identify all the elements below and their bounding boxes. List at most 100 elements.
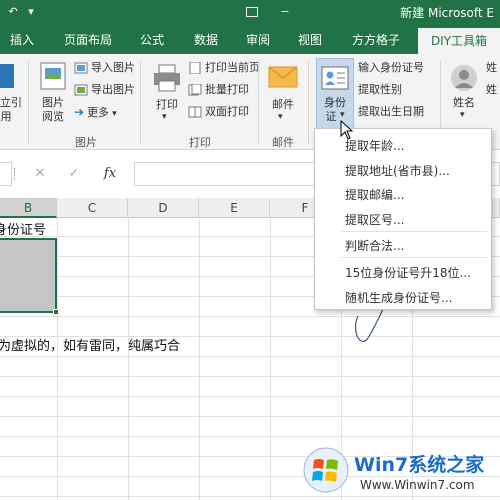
grid-line — [0, 356, 500, 357]
selected-range-border[interactable] — [0, 238, 57, 313]
group-separator — [258, 60, 259, 144]
fill-handle[interactable] — [53, 309, 59, 315]
chevron-down-icon: ▾ — [162, 112, 167, 122]
export-picture-icon — [74, 84, 88, 96]
duplex-print-button[interactable]: 双面打印 — [188, 104, 249, 120]
mail-icon — [268, 66, 298, 88]
menu-item-extract-address[interactable]: 提取地址(省市县)... — [345, 162, 450, 179]
column-header-b[interactable]: B — [0, 198, 57, 218]
cell-b-header[interactable]: 身份证号 — [0, 219, 46, 238]
batch-print-button[interactable]: 批量打印 — [188, 82, 249, 98]
tab-diy-toolbox[interactable]: DIY工具箱 — [418, 28, 500, 54]
idcard-label-1[interactable]: 身份 — [316, 96, 354, 109]
export-picture-button[interactable]: 导出图片 — [74, 82, 135, 98]
picture-viewer-icon — [40, 62, 66, 90]
mail-label[interactable]: 邮件 — [266, 98, 300, 111]
tab-review[interactable]: 审阅 — [240, 26, 276, 54]
batch-print-icon — [188, 84, 202, 96]
more-button[interactable]: ➔ 更多 ▾ — [74, 104, 117, 120]
print-current-page-button[interactable]: 打印当前页 — [188, 60, 260, 76]
import-picture-button[interactable]: 导入图片 — [74, 60, 135, 76]
grid-line — [199, 218, 200, 500]
print-page-icon — [189, 62, 201, 74]
name-box[interactable] — [0, 162, 12, 186]
group-separator — [140, 60, 141, 144]
group-label-mail: 邮件 — [272, 136, 294, 149]
printer-icon — [154, 64, 180, 92]
print-label[interactable]: 打印 — [150, 98, 184, 111]
menu-separator — [341, 231, 487, 232]
grid-line — [0, 416, 500, 417]
extract-birthdate-label: 提取出生日期 — [358, 105, 424, 118]
extract-birthdate-button[interactable]: 提取出生日期 — [358, 104, 424, 120]
partial-blue-icon — [0, 64, 14, 88]
watermark-url: Www.Winwin7.com — [360, 478, 475, 492]
customize-qat-icon[interactable]: ▾ — [24, 5, 38, 19]
grid-line — [128, 218, 129, 500]
grid-line — [57, 218, 58, 500]
print-current-page-label: 打印当前页 — [205, 61, 260, 74]
grid-line — [270, 218, 271, 500]
batch-print-label: 批量打印 — [205, 83, 249, 96]
column-header-c[interactable]: C — [57, 198, 128, 218]
name-option-2[interactable]: 姓 — [486, 82, 497, 98]
more-label: 更多 — [87, 106, 110, 119]
person-icon — [451, 65, 477, 91]
grid-line — [0, 396, 500, 397]
duplex-print-label: 双面打印 — [205, 105, 249, 118]
watermark-brand: Win7系统之家 — [354, 454, 485, 476]
tab-formulas[interactable]: 公式 — [132, 26, 172, 54]
menu-item-upgrade-15-to-18[interactable]: 15位身份证号升18位... — [345, 264, 471, 281]
arrow-right-icon: ➔ — [74, 105, 85, 119]
column-header-e[interactable]: E — [199, 198, 270, 218]
menu-item-extract-area-code[interactable]: 提取区号... — [345, 211, 404, 228]
picture-viewer-label-1[interactable]: 图片 — [36, 96, 70, 109]
group-label-print: 打印 — [189, 136, 211, 149]
chevron-down-icon: ▾ — [460, 110, 465, 120]
group-separator — [28, 60, 29, 144]
tab-data[interactable]: 数据 — [186, 26, 226, 54]
input-id-number-label: 输入身份证号 — [358, 61, 424, 74]
group-label-picture: 图片 — [75, 136, 97, 149]
picture-viewer-label-2[interactable]: 阅览 — [36, 110, 70, 123]
idcard-dropdown-menu: 提取年龄... 提取地址(省市县)... 提取邮编... 提取区号... 判断合… — [314, 128, 492, 310]
grid-line — [0, 376, 500, 377]
partial-button-label-1[interactable]: 立引 — [0, 96, 22, 109]
menu-separator — [341, 257, 487, 258]
duplex-print-icon — [188, 106, 202, 118]
grid-line — [0, 316, 500, 317]
grid-line — [0, 436, 500, 437]
cell-note[interactable]: 为虚拟的，如有雷同，纯属巧合 — [0, 335, 180, 354]
ribbon-tabs: 插入 页面布局 公式 数据 审阅 视图 方方格子 DIY工具箱 — [0, 26, 500, 54]
input-id-number-button[interactable]: 输入身份证号 — [358, 60, 424, 76]
cancel-icon[interactable]: ✕ — [26, 162, 54, 186]
column-header-d[interactable]: D — [128, 198, 199, 218]
enter-icon[interactable]: ✓ — [60, 162, 88, 186]
extract-gender-label: 提取性别 — [358, 83, 402, 96]
chevron-down-icon: ▾ — [112, 109, 117, 119]
menu-item-random-generate[interactable]: 随机生成身份证号... — [345, 289, 452, 306]
watermark: Win7系统之家 Www.Winwin7.com — [300, 444, 500, 500]
minimize-ribbon-icon[interactable]: − — [278, 5, 292, 19]
name-label[interactable]: 姓名 — [446, 96, 482, 109]
title-bar: ↶ ▾ − 新建 Microsoft E — [0, 0, 500, 26]
export-picture-label: 导出图片 — [91, 83, 135, 96]
tab-view[interactable]: 视图 — [292, 26, 328, 54]
tab-insert[interactable]: 插入 — [0, 26, 44, 54]
formula-bar-grip[interactable] — [14, 168, 17, 180]
partial-button-label-2: 用 — [0, 110, 12, 123]
group-separator — [308, 60, 309, 144]
id-card-icon — [321, 66, 349, 90]
ribbon-display-icon[interactable] — [246, 7, 258, 17]
name-option-1[interactable]: 姓 — [486, 60, 497, 76]
mouse-cursor-icon — [340, 120, 354, 140]
window-title: 新建 Microsoft E — [400, 6, 494, 20]
menu-item-extract-postcode[interactable]: 提取邮编... — [345, 186, 404, 203]
windows-logo-icon — [303, 447, 349, 493]
tab-page-layout[interactable]: 页面布局 — [56, 26, 120, 54]
tab-fangfang[interactable]: 方方格子 — [344, 26, 408, 54]
undo-icon[interactable]: ↶ — [6, 5, 20, 19]
menu-item-validate[interactable]: 判断合法... — [345, 237, 404, 254]
insert-function-icon[interactable]: fx — [96, 162, 124, 186]
extract-gender-button[interactable]: 提取性别 — [358, 82, 402, 98]
